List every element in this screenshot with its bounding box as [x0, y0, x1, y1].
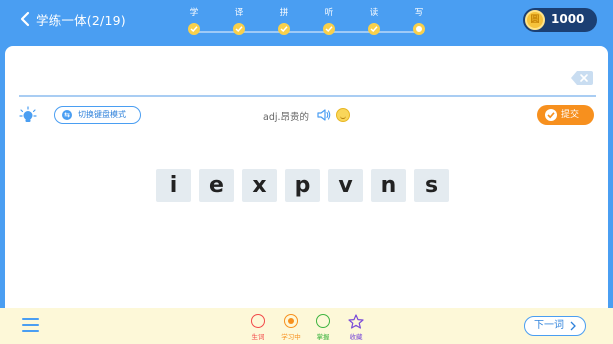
status-learning[interactable]: 学习中: [276, 314, 306, 341]
coin-icon: 圆: [525, 10, 545, 30]
letter-tile[interactable]: n: [371, 169, 406, 202]
step-label: 学: [189, 8, 199, 18]
step-listen[interactable]: 听: [317, 7, 341, 35]
step-done-check-icon: [233, 23, 245, 35]
selected-circle-icon: [284, 314, 298, 328]
speaker-icon[interactable]: [317, 108, 331, 122]
step-write[interactable]: 写: [407, 7, 431, 35]
step-done-check-icon: [278, 23, 290, 35]
step-translate[interactable]: 译: [227, 7, 251, 35]
submit-button[interactable]: 提交: [537, 105, 594, 125]
switch-icon: ⇆: [62, 110, 72, 120]
step-spell[interactable]: 拼: [272, 7, 296, 35]
letter-tile[interactable]: v: [328, 169, 363, 202]
hint-bulb-icon[interactable]: [19, 106, 37, 124]
step-progress: 学 译 拼 听 读 写: [186, 7, 432, 39]
status-favorite[interactable]: 收藏: [341, 314, 371, 341]
circle-icon: [316, 314, 330, 328]
letter-tile[interactable]: e: [199, 169, 234, 202]
chevron-right-icon: [570, 321, 576, 331]
status-mastered[interactable]: 掌握: [308, 314, 338, 341]
step-done-check-icon: [323, 23, 335, 35]
step-label: 听: [324, 8, 334, 18]
status-label: 掌握: [316, 333, 330, 341]
keyboard-mode-label: 切换键盘模式: [78, 110, 126, 119]
step-learn[interactable]: 学: [182, 7, 206, 35]
step-current-icon: [413, 23, 425, 35]
letter-tile[interactable]: s: [414, 169, 449, 202]
letter-tile[interactable]: i: [156, 169, 191, 202]
step-label: 写: [414, 8, 424, 18]
top-bar: 学练一体(2/19) 学 译 拼 听 读 写 圆 1000: [0, 0, 613, 46]
bottom-bar: 生词 学习中 掌握 收藏 下一词: [0, 308, 613, 344]
page-title: 学练一体(2/19): [36, 13, 126, 28]
step-label: 读: [369, 8, 379, 18]
step-label: 拼: [279, 8, 289, 18]
clear-input-icon[interactable]: [571, 71, 593, 85]
step-done-check-icon: [188, 23, 200, 35]
circle-icon: [251, 314, 265, 328]
status-label: 学习中: [281, 333, 301, 341]
coin-balance[interactable]: 圆 1000: [523, 8, 597, 32]
status-label: 生词: [251, 333, 265, 341]
smiley-icon[interactable]: [336, 108, 350, 122]
check-icon: [545, 109, 557, 121]
keyboard-mode-button[interactable]: ⇆ 切换键盘模式: [54, 106, 141, 124]
menu-icon[interactable]: [22, 318, 39, 332]
selected-dot: [288, 317, 294, 324]
letter-tile[interactable]: p: [285, 169, 320, 202]
status-new-word[interactable]: 生词: [243, 314, 273, 341]
answer-input-line[interactable]: [19, 95, 596, 97]
practice-card: ⇆ 切换键盘模式 adj.昂贵的 提交 i e x p v n s: [5, 46, 608, 308]
step-label: 译: [234, 8, 244, 18]
word-meaning: adj.昂贵的: [263, 112, 310, 123]
submit-label: 提交: [561, 110, 580, 120]
star-icon: [348, 314, 364, 329]
letter-tile[interactable]: x: [242, 169, 277, 202]
step-read[interactable]: 读: [362, 7, 386, 35]
coin-count: 1000: [551, 12, 585, 26]
status-label: 收藏: [349, 333, 363, 341]
next-word-label: 下一词: [534, 320, 564, 331]
step-done-check-icon: [368, 23, 380, 35]
back-arrow-icon[interactable]: [18, 11, 34, 27]
next-word-button[interactable]: 下一词: [524, 316, 586, 336]
